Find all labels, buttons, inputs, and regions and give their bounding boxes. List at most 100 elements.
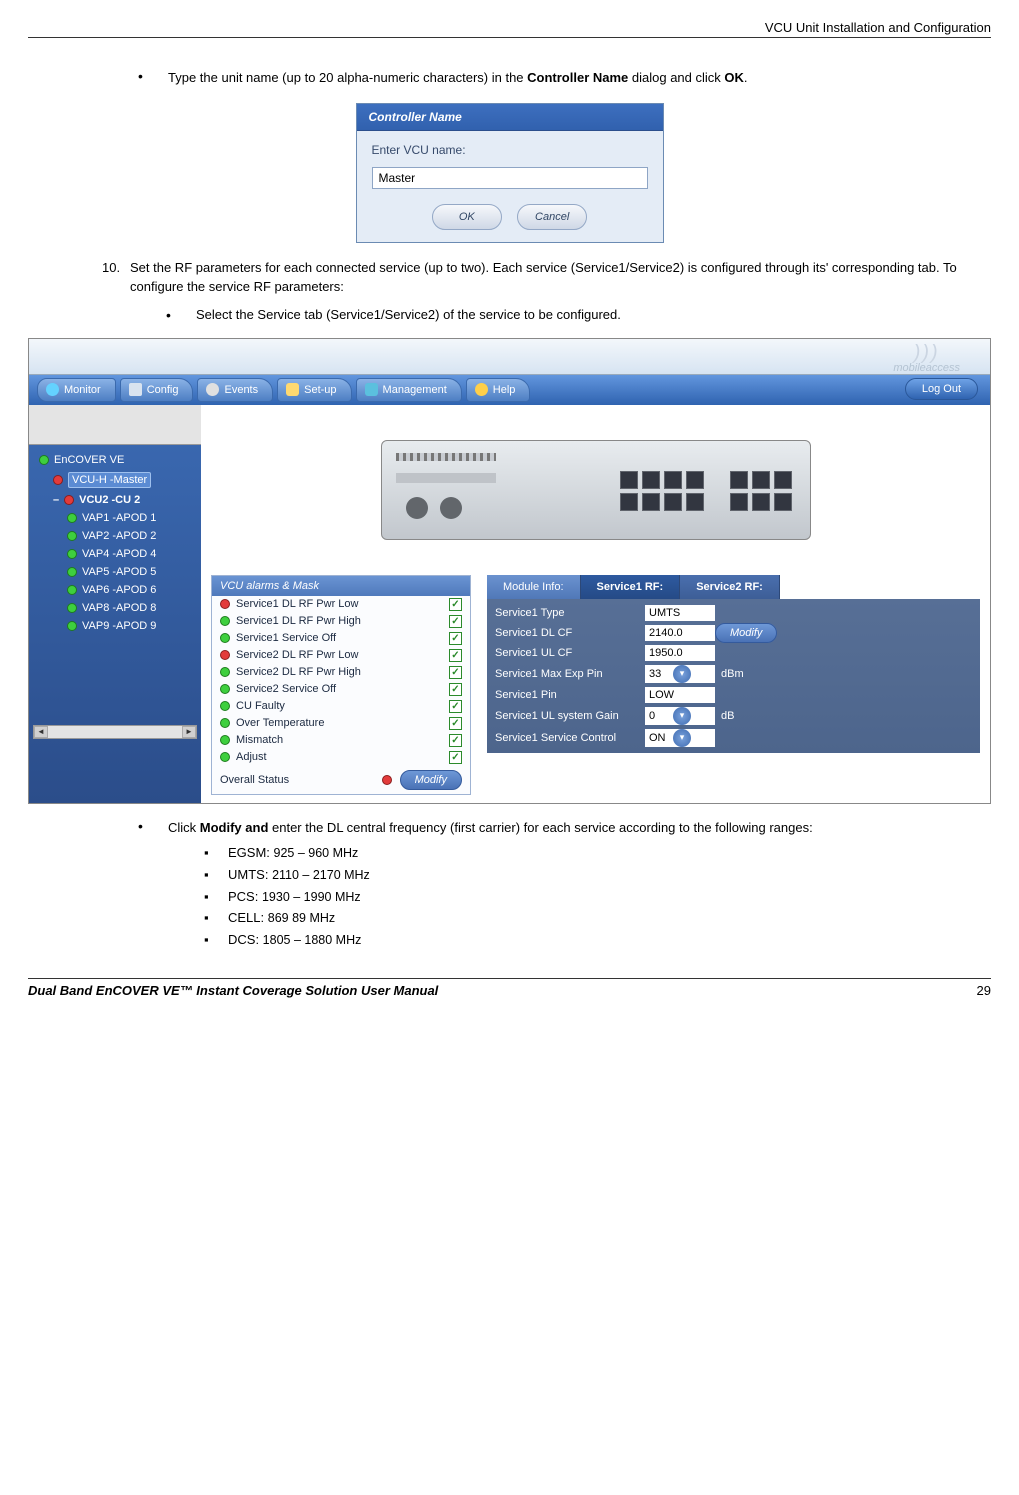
nav-monitor[interactable]: Monitor [37,378,116,402]
ok-button[interactable]: OK [432,204,502,230]
status-led-icon [220,735,230,745]
bullet-mark: • [166,305,196,326]
alarms-modify-button[interactable]: Modify [400,770,462,790]
alarm-name: Mismatch [236,734,443,746]
step-10-text: Set the RF parameters for each connected… [130,258,991,297]
tree-leaf-label: VAP1 -APOD 1 [82,512,156,524]
tree-node-vcu-h[interactable]: VCU-H -Master [33,469,197,491]
status-led-icon [220,633,230,643]
alarm-mask-check[interactable]: ✓ [449,717,462,730]
logo-arc-icon: ))) [893,343,960,363]
cancel-button[interactable]: Cancel [517,204,587,230]
brand-logo-text: mobileaccess [893,363,960,374]
nav-events[interactable]: Events [197,378,273,402]
wrench-icon [129,383,142,396]
tree-leaf-label: VAP6 -APOD 6 [82,584,156,596]
events-icon [206,383,219,396]
range-value: 1805 – 1880 MHz [263,933,362,947]
alarm-name: Service1 Service Off [236,632,443,644]
logout-button[interactable]: Log Out [905,378,978,400]
nav-config[interactable]: Config [120,378,194,402]
tab-service1-rf[interactable]: Service1 RF: [581,575,681,599]
nav-management-label: Management [383,384,447,396]
svc-maxpin-dropdown[interactable]: 33 ▾ [645,665,715,683]
app-navbar: Monitor Config Events Set-up Management … [29,375,990,405]
range-umts: ▪ UMTS: 2110 – 2170 MHz [204,865,991,885]
status-led-icon [220,667,230,677]
chevron-down-icon: ▾ [673,729,691,747]
svc-ulcf-value: 1950.0 [645,645,715,661]
alarms-panel: VCU alarms & Mask Service1 DL RF Pwr Low… [211,575,471,795]
alarm-name: Over Temperature [236,717,443,729]
vcu-name-input[interactable] [372,167,648,189]
svc-ctrl-dropdown[interactable]: ON ▾ [645,729,715,747]
alarm-mask-check[interactable]: ✓ [449,649,462,662]
status-led-icon [220,650,230,660]
tab-module-info[interactable]: Module Info: [487,575,581,599]
dialog-label: Enter VCU name: [372,143,648,157]
range-value: 869 89 MHz [268,911,335,925]
range-mark: ▪ [204,887,228,907]
alarm-mask-check[interactable]: ✓ [449,700,462,713]
alarm-name: Adjust [236,751,443,763]
tree-leaf[interactable]: VAP6 -APOD 6 [33,581,197,599]
scroll-right-icon[interactable]: ► [182,726,196,738]
device-tree: EnCOVER VE VCU-H -Master – VCU2 -CU 2 VA… [29,405,201,803]
range-label: PCS: [228,889,262,904]
alarm-mask-check[interactable]: ✓ [449,751,462,764]
tree-leaf[interactable]: VAP4 -APOD 4 [33,545,197,563]
management-icon [365,383,378,396]
tree-node-vcu-h-label: VCU-H -Master [68,472,151,488]
tree-leaf[interactable]: VAP5 -APOD 5 [33,563,197,581]
alarms-footer: Overall Status Modify [212,766,470,794]
range-egsm: ▪ EGSM: 925 – 960 MHz [204,843,991,863]
svc-gain-value: 0 [645,708,673,724]
status-led-icon [67,603,77,613]
alarm-row: Service1 Service Off ✓ [212,630,470,647]
svc-type-label: Service1 Type [495,607,645,619]
step-10-sub-bullet: • Select the Service tab (Service1/Servi… [166,305,991,326]
status-led-icon [67,567,77,577]
nav-management[interactable]: Management [356,378,462,402]
tree-leaf[interactable]: VAP1 -APOD 1 [33,509,197,527]
svc-dlcf-modify-button[interactable]: Modify [715,623,777,643]
help-icon [475,383,488,396]
bullet-modify-text: Click Modify and enter the DL central fr… [168,818,991,838]
tab-service2-rf[interactable]: Service2 RF: [680,575,780,599]
alarm-row: Service1 DL RF Pwr Low✓ [212,596,470,613]
status-led-icon [67,513,77,523]
horizontal-scrollbar[interactable]: ◄ ► [33,725,197,739]
alarm-mask-check[interactable]: ✓ [449,666,462,679]
nav-help[interactable]: Help [466,378,531,402]
alarm-row: Over Temperature ✓ [212,715,470,732]
nav-help-label: Help [493,384,516,396]
alarm-name: Service2 DL RF Pwr High [236,666,443,678]
alarm-mask-check[interactable]: ✓ [449,734,462,747]
scroll-left-icon[interactable]: ◄ [34,726,48,738]
tree-root[interactable]: EnCOVER VE [33,451,197,469]
svc-ctrl-value: ON [645,730,673,746]
range-label: DCS: [228,932,263,947]
svc-gain-dropdown[interactable]: 0 ▾ [645,707,715,725]
alarm-row: Service2 Service Off✓ [212,681,470,698]
status-led-icon [53,475,63,485]
alarm-mask-check[interactable]: ✓ [449,683,462,696]
nav-setup[interactable]: Set-up [277,378,351,402]
star-icon [286,383,299,396]
bullet-mark: • [138,818,168,838]
range-cell: ▪ CELL: 869 89 MHz [204,908,991,928]
tree-leaf[interactable]: VAP2 -APOD 2 [33,527,197,545]
alarm-row: Service2 DL RF Pwr High ✓ [212,664,470,681]
tree-leaf[interactable]: VAP9 -APOD 9 [33,617,197,635]
svc-ulcf-label: Service1 UL CF [495,647,645,659]
status-led-icon [39,455,49,465]
alarm-mask-check[interactable]: ✓ [449,598,462,611]
range-label: EGSM: [228,845,274,860]
tree-node-vcu2[interactable]: – VCU2 -CU 2 [33,491,197,509]
tree-leaf[interactable]: VAP8 -APOD 8 [33,599,197,617]
svc-maxpin-value: 33 [645,666,673,682]
alarm-row: Adjust ✓ [212,749,470,766]
alarms-title: VCU alarms & Mask [212,576,470,596]
alarm-mask-check[interactable]: ✓ [449,632,462,645]
alarm-mask-check[interactable]: ✓ [449,615,462,628]
